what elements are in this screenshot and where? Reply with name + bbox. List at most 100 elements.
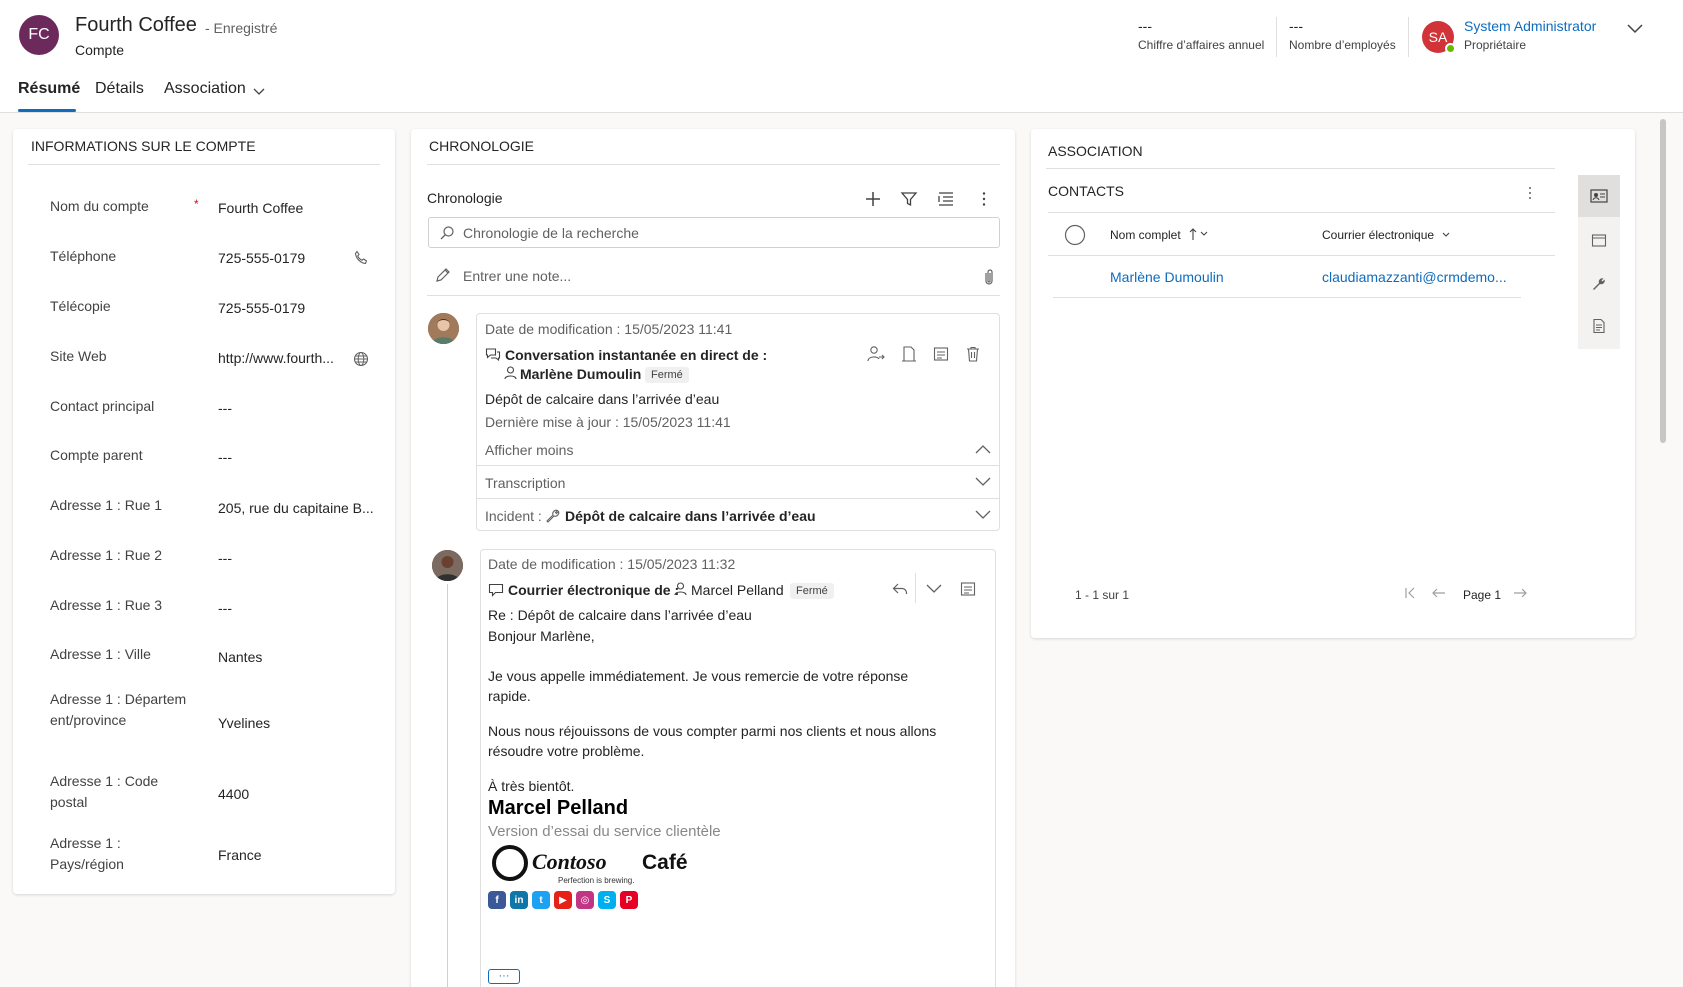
pinterest-icon[interactable]: P	[620, 891, 638, 909]
divider	[1053, 297, 1521, 298]
chevron-up-icon[interactable]	[974, 442, 992, 456]
phone-icon[interactable]	[353, 250, 369, 266]
facebook-icon[interactable]: f	[488, 891, 506, 909]
open-record-icon[interactable]	[932, 345, 950, 363]
attachment-icon[interactable]	[982, 268, 996, 286]
kpi-divider	[1408, 17, 1409, 57]
field-value-street2[interactable]: ---	[218, 550, 232, 566]
cases-view-button[interactable]	[1578, 262, 1620, 304]
linkedin-icon[interactable]: in	[510, 891, 528, 909]
chevron-down-icon[interactable]	[925, 582, 943, 596]
chevron-down-icon[interactable]	[1625, 18, 1645, 38]
chevron-down-icon[interactable]	[252, 84, 266, 98]
add-icon[interactable]	[864, 190, 882, 208]
expand-all-icon[interactable]	[937, 190, 955, 208]
timeline-connector	[447, 584, 448, 987]
documents-view-button[interactable]	[1578, 305, 1620, 347]
field-value-postal-code[interactable]: 4400	[218, 786, 249, 802]
column-header-full-name[interactable]: Nom complet	[1110, 228, 1181, 242]
entry-modified-date: Date de modification : 15/05/2023 11:41	[485, 321, 733, 337]
more-options-icon[interactable]	[1522, 184, 1538, 202]
entry-subject: Re : Dépôt de calcaire dans l’arrivée d’…	[488, 607, 752, 623]
sort-ascending-icon[interactable]	[1188, 227, 1210, 241]
email-body-line: Je vous appelle immédiatement. Je vous r…	[488, 668, 909, 684]
entity-name: Compte	[75, 42, 125, 58]
entry-person[interactable]: Marcel Pelland	[691, 582, 784, 598]
page-scrollbar[interactable]	[1660, 119, 1666, 443]
more-options-icon[interactable]	[975, 190, 993, 208]
select-all-checkbox[interactable]	[1064, 224, 1086, 246]
divider	[427, 295, 1000, 296]
field-value-account-name[interactable]: Fourth Coffee	[218, 200, 303, 216]
field-value-website[interactable]: http://www.fourth...	[218, 350, 334, 366]
save-status: - Enregistré	[205, 20, 278, 36]
entry-person[interactable]: Marlène Dumoulin	[520, 366, 641, 382]
field-label: Adresse 1 : Département/province	[50, 691, 187, 728]
globe-icon[interactable]	[353, 351, 369, 367]
delete-icon[interactable]	[964, 345, 982, 363]
divider	[477, 465, 999, 466]
chevron-down-icon[interactable]	[974, 475, 992, 489]
timeline-search-input[interactable]: Chronologie de la recherche	[428, 217, 1000, 248]
email-body-line: Bonjour Marlène,	[488, 628, 595, 644]
incident-link[interactable]: Dépôt de calcaire dans l’arrivée d’eau	[565, 508, 816, 524]
open-record-icon[interactable]	[959, 580, 977, 598]
twitter-icon[interactable]: t	[532, 891, 550, 909]
field-label: Adresse 1 : Rue 3	[50, 597, 163, 613]
divider	[915, 573, 916, 603]
transcript-section[interactable]: Transcription	[485, 475, 565, 491]
status-badge: Fermé	[645, 367, 689, 383]
divider	[1048, 255, 1555, 256]
owner-name-link[interactable]: System Administrator	[1464, 18, 1596, 34]
table-row[interactable]: Marlène Dumoulin claudiamazzanti@crmdemo…	[1053, 258, 1521, 298]
field-label: Adresse 1 : Rue 2	[50, 547, 163, 563]
kpi-divider	[1276, 17, 1277, 57]
chevron-down-icon[interactable]	[1440, 229, 1452, 241]
field-value-country[interactable]: France	[218, 847, 262, 863]
tab-details[interactable]: Détails	[95, 80, 144, 98]
skype-icon[interactable]: S	[598, 891, 616, 909]
contact-card-icon	[1590, 189, 1608, 203]
opportunities-view-button[interactable]	[1578, 219, 1620, 261]
tab-summary[interactable]: Résumé	[18, 80, 80, 98]
filter-icon[interactable]	[900, 190, 918, 208]
record-header: FC Fourth Coffee - Enregistré Compte ---…	[0, 0, 1683, 113]
field-value-primary-contact[interactable]: ---	[218, 400, 232, 416]
contact-photo-avatar	[432, 550, 463, 581]
show-less-link[interactable]: Afficher moins	[485, 442, 573, 458]
assign-icon[interactable]	[867, 345, 885, 363]
field-value-parent-account[interactable]: ---	[218, 449, 232, 465]
field-value-state[interactable]: Yvelines	[218, 715, 270, 731]
field-value-phone[interactable]: 725-555-0179	[218, 250, 305, 266]
contacts-view-button[interactable]	[1578, 175, 1620, 217]
note-input[interactable]: Entrer une note...	[463, 268, 571, 284]
youtube-icon[interactable]: ▶	[554, 891, 572, 909]
contact-name-link[interactable]: Marlène Dumoulin	[1110, 269, 1224, 285]
owner-role: Propriétaire	[1464, 38, 1527, 52]
entry-modified-date: Date de modification : 15/05/2023 11:32	[488, 556, 736, 572]
divider	[28, 164, 380, 165]
field-value-city[interactable]: Nantes	[218, 649, 262, 665]
search-placeholder: Chronologie de la recherche	[463, 225, 639, 241]
add-to-queue-icon[interactable]	[900, 345, 918, 363]
tab-association[interactable]: Association	[164, 80, 246, 98]
email-icon	[488, 583, 504, 597]
contact-email-link[interactable]: claudiamazzanti@crmdemo...	[1322, 269, 1507, 285]
field-value-street3[interactable]: ---	[218, 600, 232, 616]
show-more-button[interactable]: ···	[488, 969, 520, 984]
kpi-employees: --- Nombre d’employés	[1289, 18, 1396, 52]
field-label: Adresse 1 : Ville	[50, 646, 151, 662]
email-body-line: À très bientôt.	[488, 778, 575, 794]
field-label: Nom du compte	[50, 198, 149, 214]
chevron-down-icon[interactable]	[974, 508, 992, 522]
instagram-icon[interactable]: ◎	[576, 891, 594, 909]
next-page-icon[interactable]	[1512, 586, 1528, 600]
field-value-fax[interactable]: 725-555-0179	[218, 300, 305, 316]
reply-icon[interactable]	[891, 580, 909, 598]
first-page-icon[interactable]	[1403, 586, 1417, 600]
field-value-street1[interactable]: 205, rue du capitaine B...	[218, 500, 374, 516]
previous-page-icon[interactable]	[1431, 586, 1447, 600]
column-header-email[interactable]: Courrier électronique	[1322, 228, 1434, 242]
timeline-label: Chronologie	[427, 190, 503, 206]
divider	[1048, 212, 1555, 213]
